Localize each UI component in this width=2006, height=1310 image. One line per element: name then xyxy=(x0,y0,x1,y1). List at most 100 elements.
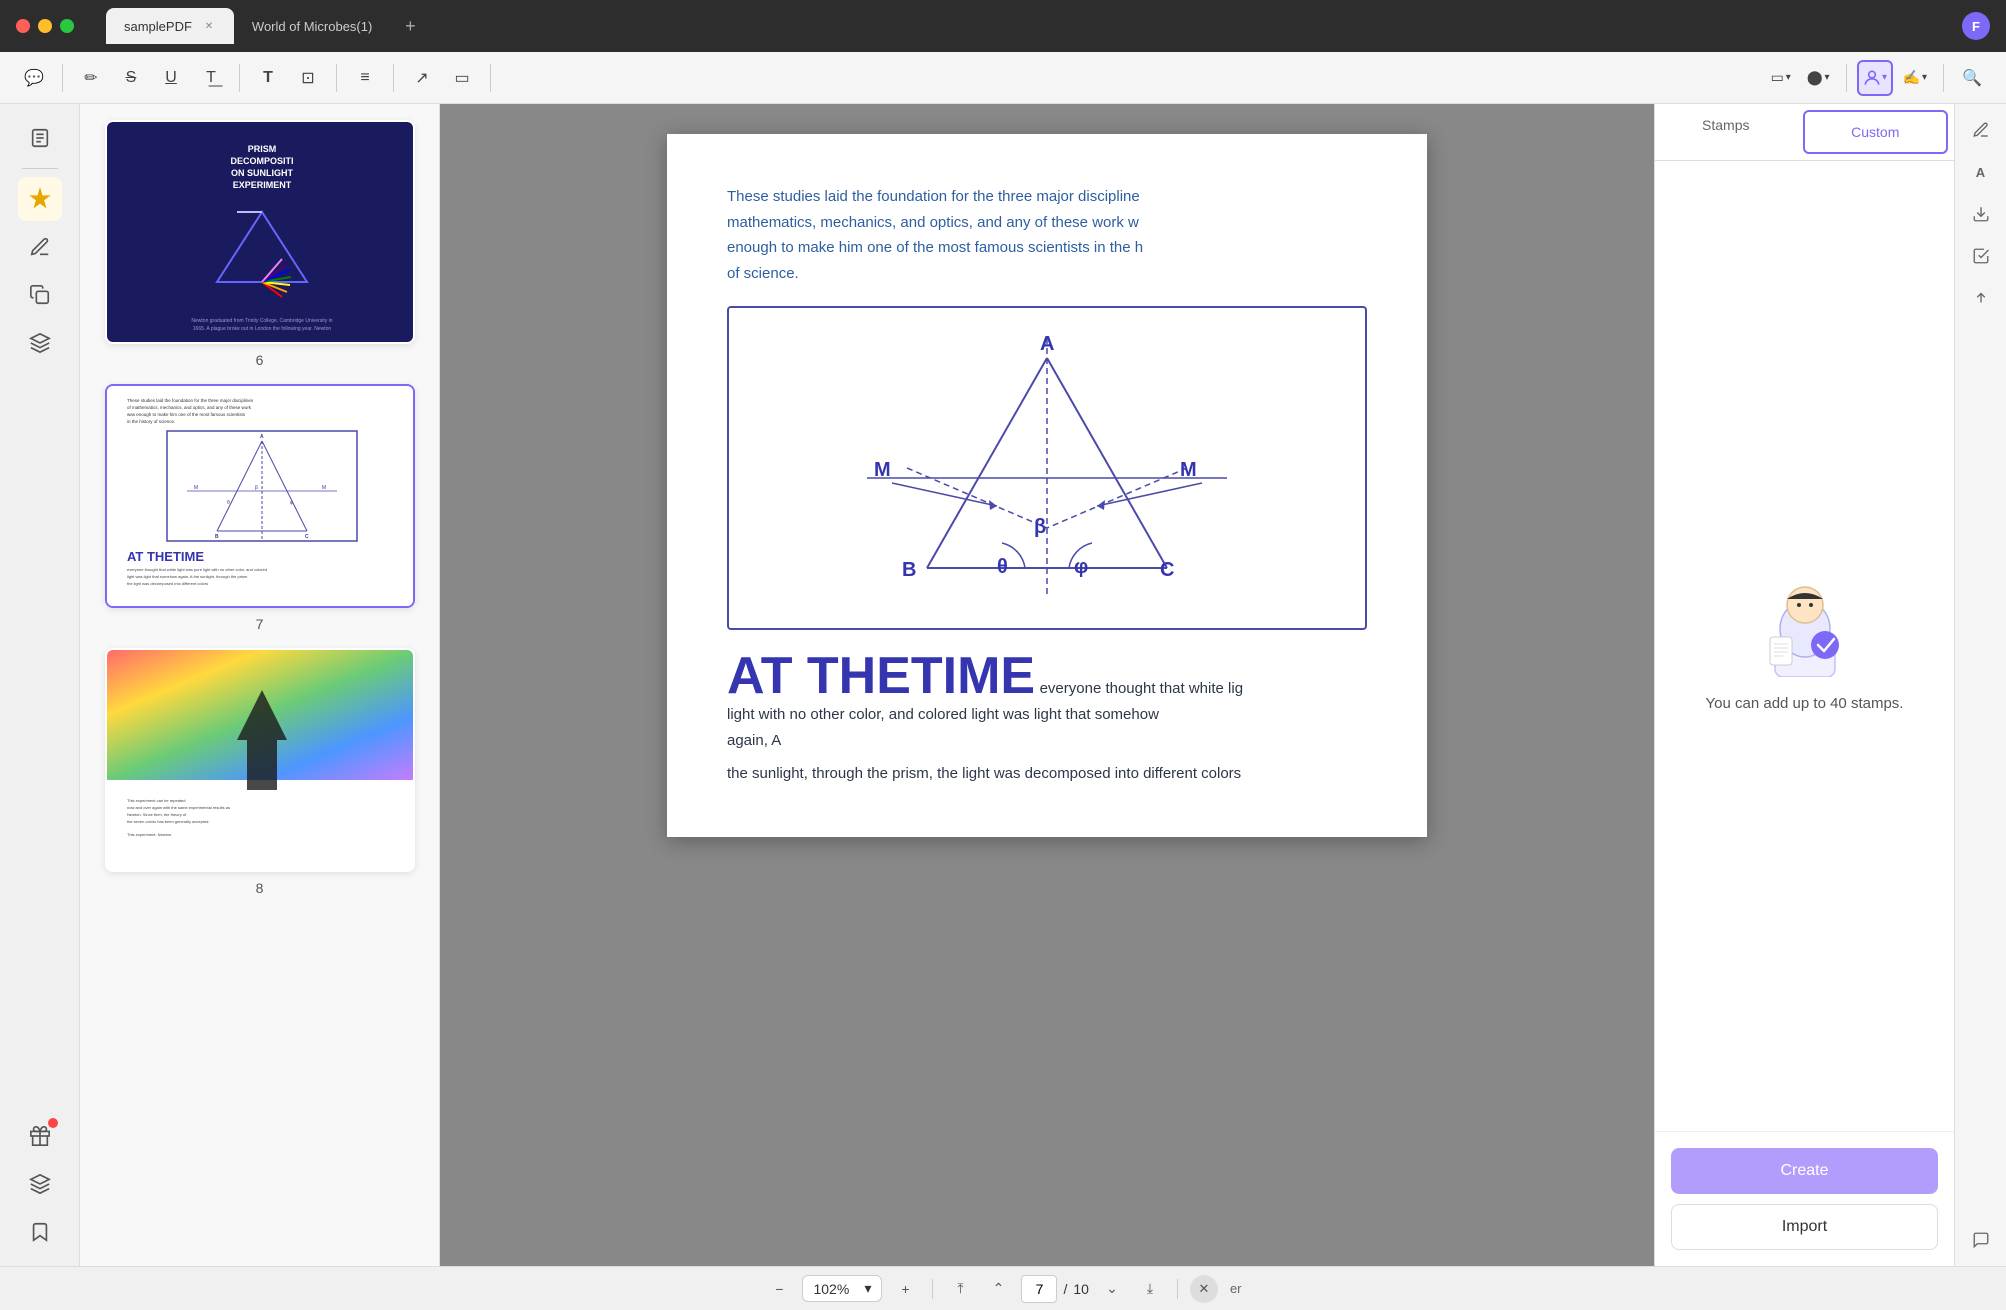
page-display: / 10 xyxy=(1021,1275,1088,1303)
pdf-big-title: AT THETIME xyxy=(727,647,1035,705)
stamp-active-btn[interactable]: ▾ xyxy=(1857,60,1893,96)
thumb-label-8: 8 xyxy=(256,880,264,896)
separator-2 xyxy=(239,64,240,92)
svg-text:B: B xyxy=(215,534,219,540)
minimize-button[interactable] xyxy=(38,19,52,33)
bottom-bar: − 102% ▾ + ⤒ ⌃ / 10 ⌄ ⤓ ✕ er xyxy=(0,1266,2006,1310)
page-number-input[interactable] xyxy=(1021,1275,1057,1303)
svg-text:A: A xyxy=(1040,333,1054,355)
thumbnail-page8: This experiment can be repeated now and … xyxy=(92,648,427,896)
separator-6 xyxy=(1846,64,1847,92)
svg-text:of mathematics, mechanics, and: of mathematics, mechanics, and optics, a… xyxy=(127,405,252,410)
svg-text:1665. A plague broke out in Lo: 1665. A plague broke out in London the f… xyxy=(192,326,331,332)
zoom-out-btn[interactable]: − xyxy=(764,1274,794,1304)
sidebar-divider-1 xyxy=(22,168,58,169)
svg-text:the seven colors has been gene: the seven colors has been generally acce… xyxy=(127,819,210,824)
svg-text:now and over again with the sa: now and over again with the same experim… xyxy=(127,805,230,810)
first-page-btn[interactable]: ⤒ xyxy=(945,1274,975,1304)
thumb-img-6: PRISM DECOMPOSITI ON SUNLIGHT EXPERIMENT xyxy=(107,122,415,342)
far-right-download-icon[interactable] xyxy=(1963,196,1999,232)
last-page-btn[interactable]: ⤓ xyxy=(1135,1274,1165,1304)
custom-tab[interactable]: Custom xyxy=(1803,110,1949,154)
create-stamp-button[interactable]: Create xyxy=(1671,1148,1938,1194)
stamps-panel-tabs: Stamps Custom xyxy=(1655,104,1954,161)
zoom-in-btn[interactable]: + xyxy=(890,1274,920,1304)
text-font-toolbar-btn[interactable]: T xyxy=(250,60,286,96)
shape-toolbar-btn[interactable]: ▭ xyxy=(444,60,480,96)
far-right-comment-icon[interactable] xyxy=(1963,1222,1999,1258)
text-box-toolbar-btn[interactable]: ⊡ xyxy=(290,60,326,96)
traffic-lights xyxy=(16,19,74,33)
tab-microbes[interactable]: World of Microbes(1) xyxy=(234,8,390,44)
sidebar-bookmark-icon[interactable] xyxy=(18,1210,62,1254)
fill-color-btn[interactable]: ⬤▾ xyxy=(1801,60,1836,96)
thumb-card-6[interactable]: PRISM DECOMPOSITI ON SUNLIGHT EXPERIMENT xyxy=(105,120,415,344)
import-stamp-button[interactable]: Import xyxy=(1671,1204,1938,1250)
thumb-svg-8: This experiment can be repeated now and … xyxy=(107,650,415,870)
far-right-panel: A xyxy=(1954,104,2006,1266)
sidebar-gift-icon[interactable] xyxy=(18,1114,62,1158)
maximize-button[interactable] xyxy=(60,19,74,33)
prev-page-btn[interactable]: ⌃ xyxy=(983,1274,1013,1304)
far-right-checkbox-icon[interactable] xyxy=(1963,238,1999,274)
thumb-card-7[interactable]: These studies laid the foundation for th… xyxy=(105,384,415,608)
gift-badge xyxy=(48,1118,58,1128)
bottom-extra-text: er xyxy=(1230,1281,1242,1296)
next-page-btn[interactable]: ⌄ xyxy=(1097,1274,1127,1304)
arrow-toolbar-btn[interactable]: ↗ xyxy=(404,60,440,96)
svg-text:M: M xyxy=(874,459,891,481)
far-right-edit-icon[interactable] xyxy=(1963,112,1999,148)
svg-text:β: β xyxy=(1034,516,1046,538)
pdf-body-text-2: the sunlight, through the prism, the lig… xyxy=(727,761,1367,787)
svg-text:This experiment can be repeate: This experiment can be repeated xyxy=(127,798,185,803)
stamps-tab[interactable]: Stamps xyxy=(1655,104,1797,148)
separator-1 xyxy=(62,64,63,92)
svg-text:θ: θ xyxy=(227,500,230,506)
far-right-upload-icon[interactable] xyxy=(1963,280,1999,316)
sidebar-annotate-icon[interactable] xyxy=(18,225,62,269)
pdf-page-7: These studies laid the foundation for th… xyxy=(667,134,1427,837)
text-color-toolbar-btn[interactable]: T͟ xyxy=(193,60,229,96)
sidebar-layers-icon[interactable] xyxy=(18,321,62,365)
svg-text:C: C xyxy=(305,534,309,540)
underline-toolbar-btn[interactable]: U xyxy=(153,60,189,96)
titlebar: samplePDF ✕ World of Microbes(1) + F xyxy=(0,0,2006,52)
toolbar: 💬 ✏ S U T͟ T ⊡ ≡ ↗ ▭ ▭▾ ⬤▾ ▾ ✍▾ 🔍 xyxy=(0,52,2006,104)
far-right-text-icon[interactable]: A xyxy=(1963,154,1999,190)
stamps-info-text: You can add up to 40 stamps. xyxy=(1706,693,1904,716)
tab-close-samplepdf[interactable]: ✕ xyxy=(202,19,216,33)
search-toolbar-btn[interactable]: 🔍 xyxy=(1954,60,1990,96)
svg-text:the light was decomposed into: the light was decomposed into different … xyxy=(127,581,208,586)
pdf-intro-text: These studies laid the foundation for th… xyxy=(727,184,1367,286)
separator-7 xyxy=(1943,64,1944,92)
signature-btn[interactable]: ✍▾ xyxy=(1897,60,1933,96)
close-button[interactable] xyxy=(16,19,30,33)
thumb-svg-6: PRISM DECOMPOSITI ON SUNLIGHT EXPERIMENT xyxy=(107,122,415,342)
page-total: 10 xyxy=(1073,1281,1089,1297)
sidebar-pages-icon[interactable] xyxy=(18,116,62,160)
svg-text:light was light that somehow a: light was light that somehow again, A th… xyxy=(127,574,248,579)
shape-color-btn[interactable]: ▭▾ xyxy=(1765,60,1797,96)
svg-text:M: M xyxy=(194,485,198,491)
thumb-img-7: These studies laid the foundation for th… xyxy=(107,386,415,606)
left-sidebar xyxy=(0,104,80,1266)
sidebar-highlight-icon[interactable] xyxy=(18,177,62,221)
strikethrough-toolbar-btn[interactable]: S xyxy=(113,60,149,96)
zoom-display[interactable]: 102% ▾ xyxy=(802,1275,882,1302)
bottom-close-btn[interactable]: ✕ xyxy=(1190,1275,1218,1303)
pdf-area: These studies laid the foundation for th… xyxy=(440,104,1654,1266)
highlight-toolbar-btn[interactable]: ✏ xyxy=(73,60,109,96)
sidebar-stack-icon[interactable] xyxy=(18,1162,62,1206)
svg-text:M: M xyxy=(1180,459,1197,481)
add-tab-button[interactable]: + xyxy=(396,12,424,40)
tab-samplepdf[interactable]: samplePDF ✕ xyxy=(106,8,234,44)
svg-text:A: A xyxy=(260,434,264,440)
svg-text:EXPERIMENT: EXPERIMENT xyxy=(232,180,291,190)
comment-toolbar-btn[interactable]: 💬 xyxy=(16,60,52,96)
sidebar-copy-icon[interactable] xyxy=(18,273,62,317)
svg-text:These studies laid the foundat: These studies laid the foundation for th… xyxy=(127,398,254,403)
main-area: PRISM DECOMPOSITI ON SUNLIGHT EXPERIMENT xyxy=(0,104,2006,1266)
stamps-panel-footer: Create Import xyxy=(1655,1131,1954,1266)
thumb-card-8[interactable]: This experiment can be repeated now and … xyxy=(105,648,415,872)
list-toolbar-btn[interactable]: ≡ xyxy=(347,60,383,96)
